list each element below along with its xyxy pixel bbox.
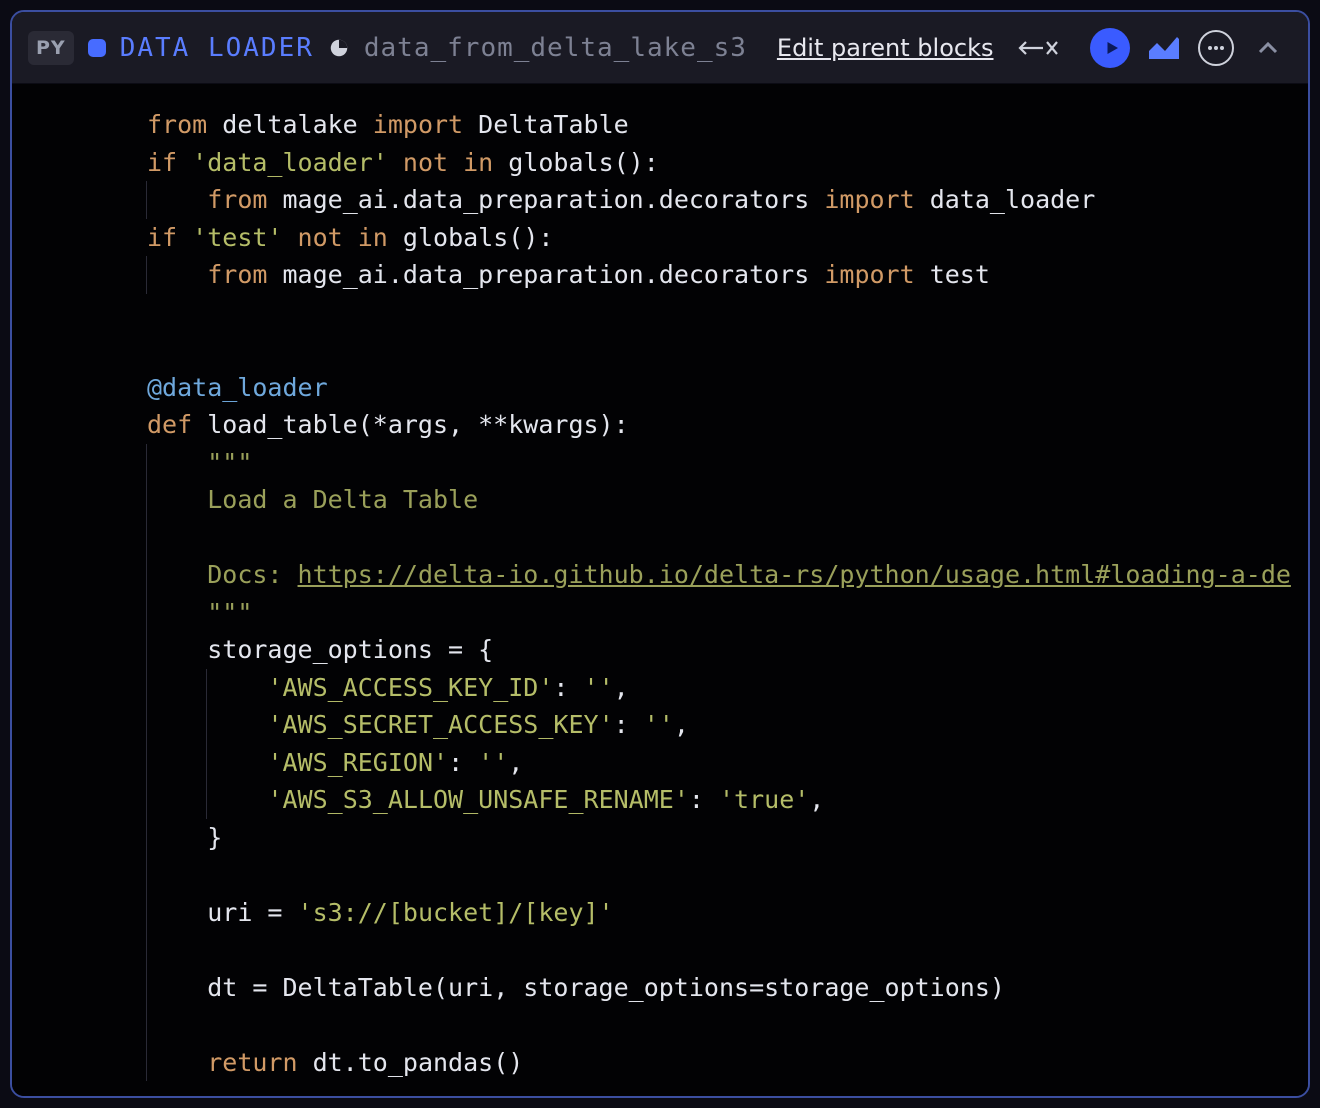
chevron-up-icon [1257,41,1279,55]
play-icon [1103,39,1121,57]
code-content[interactable]: from deltalake import DeltaTable if 'dat… [12,106,1308,1081]
code-block-panel: PY DATA LOADER data_from_delta_lake_s3 E… [10,10,1310,1098]
chart-icon [1147,33,1181,63]
collapse-button[interactable] [1248,28,1288,68]
disconnect-icon[interactable] [1016,36,1060,60]
run-button[interactable] [1090,28,1130,68]
block-name-label[interactable]: data_from_delta_lake_s3 [364,33,747,63]
more-icon [1207,45,1225,51]
block-toolbar: PY DATA LOADER data_from_delta_lake_s3 E… [12,12,1308,84]
chart-button[interactable] [1144,28,1184,68]
edit-parent-blocks-link[interactable]: Edit parent blocks [777,34,994,62]
code-editor[interactable]: from deltalake import DeltaTable if 'dat… [12,84,1308,1096]
block-color-indicator [88,39,106,57]
block-type-label: DATA LOADER [120,33,314,63]
more-button[interactable] [1198,30,1234,66]
pie-chart-icon [328,37,350,59]
language-badge: PY [28,31,74,65]
